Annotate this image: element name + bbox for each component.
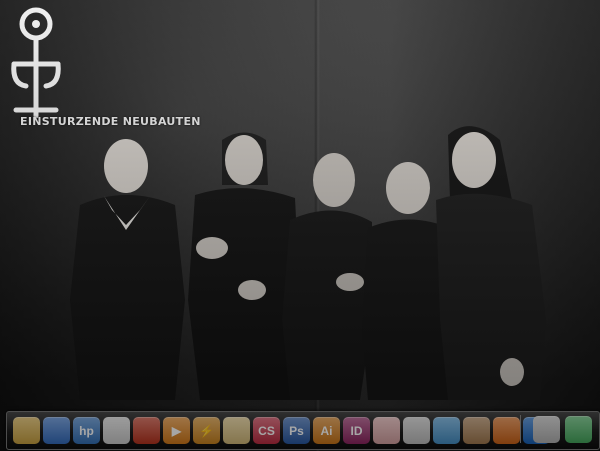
folder-icon[interactable] — [13, 417, 40, 444]
media-player-icon[interactable]: ▶ — [163, 417, 190, 444]
band-member-2 — [188, 132, 300, 400]
envelope-icon[interactable] — [223, 417, 250, 444]
lightning-icon[interactable]: ⚡ — [193, 417, 220, 444]
firefox-icon[interactable] — [493, 417, 520, 444]
pickaxe-icon[interactable] — [533, 415, 560, 443]
app-store-icon[interactable]: a — [523, 417, 550, 444]
band-photo — [70, 126, 546, 400]
photoshop-icon[interactable]: Ps — [283, 417, 310, 444]
firefox-style-red-icon[interactable] — [133, 417, 160, 444]
hp-icon[interactable]: hp — [73, 417, 100, 444]
rabbit-icon[interactable] — [463, 417, 490, 444]
hand-icon[interactable] — [373, 417, 400, 444]
fingerprint-icon[interactable] — [403, 417, 430, 444]
mail-icon[interactable] — [103, 417, 130, 444]
indesign-icon[interactable]: ID — [343, 417, 370, 444]
illustrator-icon[interactable]: Ai — [313, 417, 340, 444]
band-member-4 — [362, 162, 462, 400]
neubauten-stick-figure-icon — [11, 7, 61, 119]
dock-bar: hp ▶ ⚡ CS Ps Ai ID a — [6, 411, 600, 450]
dock-separator — [520, 415, 521, 443]
desktop-wallpaper: EINSTURZENDE NEUBAUTEN hp ▶ ⚡ CS Ps Ai I… — [0, 0, 600, 451]
band-name-text: EINSTURZENDE NEUBAUTEN — [20, 115, 201, 128]
network-globe-icon[interactable] — [43, 417, 70, 444]
band-member-5 — [436, 126, 546, 400]
dock-right-items — [512, 415, 593, 443]
band-member-3 — [282, 153, 372, 400]
band-member-1 — [70, 139, 185, 400]
creative-suite-icon[interactable]: CS — [253, 417, 280, 444]
recycle-bin-icon[interactable] — [565, 415, 592, 443]
messenger-icon[interactable] — [433, 417, 460, 444]
dock-items: hp ▶ ⚡ CS Ps Ai ID a — [13, 415, 551, 446]
